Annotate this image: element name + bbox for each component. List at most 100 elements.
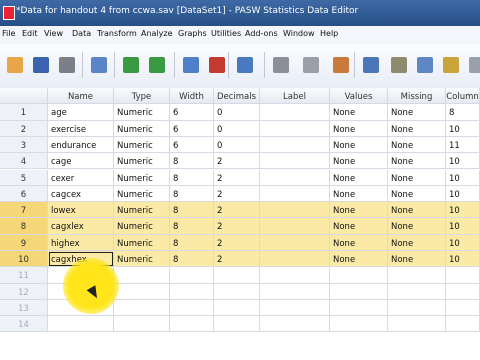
grid-cell-values[interactable]: None [330, 251, 388, 268]
grid-cell-name[interactable]: age [48, 104, 114, 121]
menu-window[interactable]: Window [283, 29, 315, 38]
menu-analyze[interactable]: Analyze [141, 29, 173, 38]
goto-variable-icon[interactable] [206, 54, 228, 76]
variables-icon[interactable] [234, 54, 256, 76]
grid-cell-type[interactable]: Numeric [114, 169, 170, 186]
column-header-width[interactable]: Width [170, 88, 214, 105]
dialog-recall-icon[interactable] [88, 54, 110, 76]
grid-cell-decimals[interactable] [214, 267, 260, 284]
split-file-icon[interactable] [360, 54, 382, 76]
grid-cell-column[interactable] [446, 299, 480, 317]
row-header[interactable]: 12 [0, 283, 48, 300]
grid-cell-width[interactable]: 8 [170, 234, 214, 251]
grid-cell-label[interactable] [260, 283, 330, 300]
find-icon[interactable] [270, 54, 292, 76]
grid-cell-decimals[interactable]: 2 [214, 153, 260, 170]
grid-cell-decimals[interactable]: 0 [214, 120, 260, 137]
grid-cell-column[interactable] [446, 267, 480, 284]
grid-cell-type[interactable] [114, 283, 170, 300]
grid-cell-values[interactable] [330, 299, 388, 317]
grid-cell-column[interactable]: 10 [446, 185, 480, 203]
value-labels-icon[interactable] [440, 54, 462, 76]
weight-cases-icon[interactable] [388, 54, 410, 76]
menu-edit[interactable]: Edit [22, 29, 38, 38]
grid-cell-label[interactable] [260, 120, 330, 137]
grid-cell-width[interactable]: 8 [170, 153, 214, 170]
row-header[interactable]: 4 [0, 153, 48, 170]
grid-cell-width[interactable]: 8 [170, 218, 214, 235]
menu-transform[interactable]: Transform [97, 29, 137, 38]
grid-cell-values[interactable]: None [330, 202, 388, 219]
row-header[interactable]: 6 [0, 185, 48, 203]
grid-cell-type[interactable]: Numeric [114, 202, 170, 219]
grid-cell-column[interactable]: 10 [446, 251, 480, 268]
row-header[interactable]: 13 [0, 299, 48, 317]
grid-cell-values[interactable]: None [330, 153, 388, 170]
row-header[interactable]: 7 [0, 202, 48, 219]
grid-cell-values[interactable]: None [330, 185, 388, 203]
grid-cell-label[interactable] [260, 169, 330, 186]
grid-cell-width[interactable]: 8 [170, 202, 214, 219]
grid-cell-width[interactable] [170, 283, 214, 300]
grid-cell-missing[interactable]: None [388, 251, 446, 268]
grid-cell-column[interactable] [446, 283, 480, 300]
grid-cell-name[interactable]: cexer [48, 169, 114, 186]
grid-cell-label[interactable] [260, 299, 330, 317]
grid-cell-missing[interactable]: None [388, 153, 446, 170]
menu-help[interactable]: Help [320, 29, 338, 38]
grid-cell-name[interactable]: highex [48, 234, 114, 251]
select-cases-icon[interactable] [414, 54, 436, 76]
grid-cell-type[interactable]: Numeric [114, 104, 170, 121]
save-icon[interactable] [30, 54, 52, 76]
grid-cell-width[interactable]: 8 [170, 251, 214, 268]
grid-cell-name[interactable]: exercise [48, 120, 114, 137]
undo-icon[interactable] [120, 54, 142, 76]
grid-cell-decimals[interactable]: 2 [214, 202, 260, 219]
grid-cell-values[interactable]: None [330, 120, 388, 137]
grid-cell-type[interactable]: Numeric [114, 136, 170, 154]
grid-cell-values[interactable]: None [330, 104, 388, 121]
grid-cell-width[interactable] [170, 267, 214, 284]
row-header[interactable]: 1 [0, 104, 48, 121]
grid-cell-missing[interactable]: None [388, 218, 446, 235]
open-icon[interactable] [4, 54, 26, 76]
grid-cell-decimals[interactable]: 2 [214, 251, 260, 268]
print-icon[interactable] [56, 54, 78, 76]
grid-cell-values[interactable]: None [330, 218, 388, 235]
grid-cell-column[interactable]: 10 [446, 234, 480, 251]
grid-cell-type[interactable] [114, 267, 170, 284]
row-header[interactable]: 8 [0, 218, 48, 235]
grid-cell-missing[interactable]: None [388, 169, 446, 186]
grid-cell-decimals[interactable] [214, 283, 260, 300]
column-header-values[interactable]: Values [330, 88, 388, 105]
grid-cell-width[interactable]: 6 [170, 136, 214, 154]
grid-cell-values[interactable] [330, 316, 388, 333]
grid-cell-label[interactable] [260, 104, 330, 121]
row-header[interactable]: 14 [0, 316, 48, 333]
grid-cell-decimals[interactable]: 2 [214, 169, 260, 186]
grid-cell-decimals[interactable]: 2 [214, 234, 260, 251]
grid-cell-decimals[interactable]: 0 [214, 136, 260, 154]
grid-cell-missing[interactable]: None [388, 136, 446, 154]
corner-cell[interactable] [0, 88, 48, 105]
column-header-type[interactable]: Type [114, 88, 170, 105]
grid-cell-label[interactable] [260, 185, 330, 203]
grid-cell-missing[interactable]: None [388, 185, 446, 203]
grid-cell-label[interactable] [260, 251, 330, 268]
grid-cell-width[interactable] [170, 316, 214, 333]
column-header-label[interactable]: Label [260, 88, 330, 105]
grid-cell-missing[interactable]: None [388, 202, 446, 219]
grid-cell-column[interactable]: 10 [446, 218, 480, 235]
redo-icon[interactable] [146, 54, 168, 76]
menu-file[interactable]: File [2, 29, 15, 38]
grid-cell-width[interactable]: 8 [170, 185, 214, 203]
grid-cell-missing[interactable]: None [388, 234, 446, 251]
insert-variable-icon[interactable] [330, 54, 352, 76]
grid-cell-label[interactable] [260, 202, 330, 219]
grid-cell-type[interactable]: Numeric [114, 251, 170, 268]
grid-cell-type[interactable] [114, 316, 170, 333]
row-header[interactable]: 3 [0, 136, 48, 154]
grid-cell-decimals[interactable]: 0 [214, 104, 260, 121]
grid-cell-missing[interactable] [388, 283, 446, 300]
grid-cell-values[interactable] [330, 267, 388, 284]
